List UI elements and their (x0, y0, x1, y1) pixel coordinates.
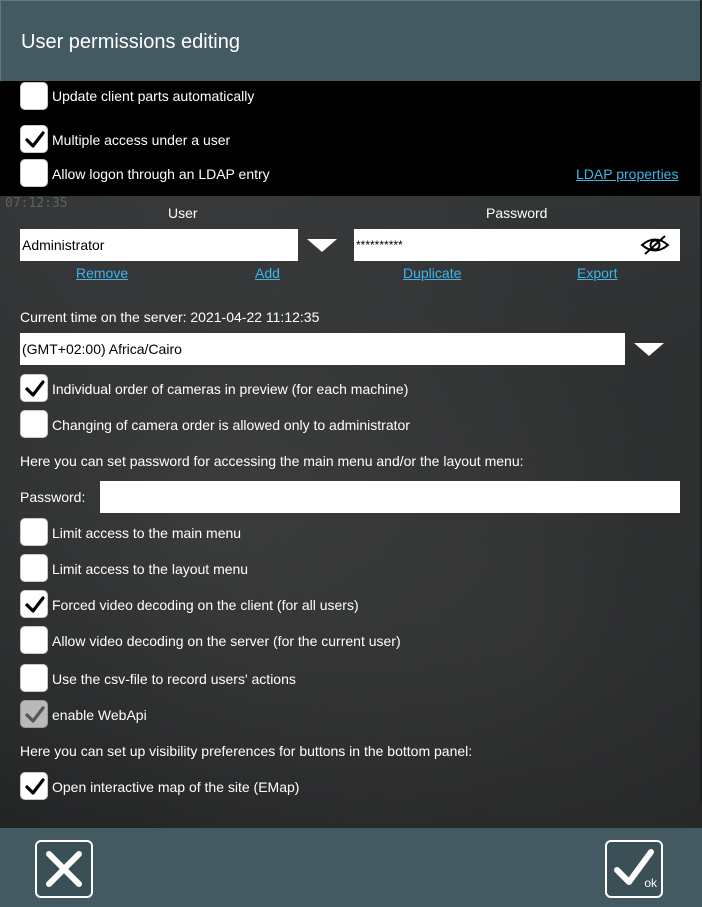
duplicate-user-link[interactable]: Duplicate (403, 265, 461, 281)
export-user-link[interactable]: Export (577, 265, 617, 281)
csv-record-checkbox[interactable] (20, 664, 48, 692)
checkmark-icon (25, 380, 45, 397)
add-user-link[interactable]: Add (255, 265, 280, 281)
update-client-label: Update client parts automatically (52, 88, 255, 104)
close-icon (46, 851, 82, 887)
timezone-dropdown-arrow-icon[interactable] (634, 343, 664, 356)
camera-order-admin-checkbox[interactable] (20, 410, 48, 438)
server-decoding-label: Allow video decoding on the server (for … (52, 633, 401, 649)
individual-camera-order-checkbox[interactable] (20, 374, 48, 402)
limit-layout-menu-checkbox[interactable] (20, 554, 48, 582)
user-column-label: User (168, 205, 198, 221)
multiple-access-label: Multiple access under a user (52, 132, 231, 148)
ldap-logon-label: Allow logon through an LDAP entry (52, 166, 270, 182)
ok-label: ok (644, 876, 657, 890)
cancel-button[interactable] (35, 840, 93, 898)
user-select[interactable]: Administrator (20, 229, 298, 261)
individual-camera-order-label: Individual order of cameras in preview (… (52, 381, 409, 397)
visibility-hint: Here you can set up visibility preferenc… (20, 743, 473, 759)
checkmark-icon (25, 706, 45, 723)
user-dropdown-arrow-icon[interactable] (307, 239, 337, 252)
ok-button[interactable]: ok (605, 840, 663, 898)
password-column-label: Password (486, 205, 548, 221)
remove-user-link[interactable]: Remove (76, 265, 128, 281)
menu-password-hint: Here you can set password for accessing … (20, 453, 524, 469)
forced-client-decoding-label: Forced video decoding on the client (for… (52, 597, 359, 613)
emap-visibility-label: Open interactive map of the site (EMap) (52, 779, 300, 795)
emap-visibility-checkbox[interactable] (20, 772, 48, 800)
csv-record-label: Use the csv-file to record users' action… (52, 671, 296, 687)
dialog-header: User permissions editing (0, 0, 702, 82)
checkmark-icon (25, 131, 45, 148)
server-decoding-checkbox[interactable] (20, 626, 48, 654)
menu-password-label: Password: (20, 489, 86, 505)
update-client-checkbox[interactable] (20, 82, 48, 110)
checkmark-icon (25, 596, 45, 613)
forced-client-decoding-checkbox[interactable] (20, 590, 48, 618)
limit-layout-menu-label: Limit access to the layout menu (52, 561, 249, 577)
dialog-footer: ok (0, 828, 702, 907)
enable-webapi-checkbox[interactable] (20, 700, 48, 728)
multiple-access-checkbox[interactable] (20, 125, 48, 153)
eye-slash-icon[interactable] (640, 234, 670, 256)
limit-main-menu-label: Limit access to the main menu (52, 525, 242, 541)
timezone-select[interactable]: (GMT+02:00) Africa/Cairo (20, 333, 625, 365)
checkmark-icon (25, 778, 45, 795)
overlay-timestamp: 07:12:35 (5, 196, 68, 211)
limit-main-menu-checkbox[interactable] (20, 518, 48, 546)
ldap-properties-link[interactable]: LDAP properties (576, 166, 678, 182)
camera-order-admin-label: Changing of camera order is allowed only… (52, 417, 410, 433)
dialog-title: User permissions editing (21, 31, 240, 53)
password-input[interactable]: ********** (354, 229, 680, 261)
server-time-text: Current time on the server: 2021-04-22 1… (20, 309, 320, 325)
ldap-logon-checkbox[interactable] (20, 159, 48, 187)
password-value: ********** (356, 238, 403, 252)
menu-password-input[interactable] (100, 481, 680, 513)
enable-webapi-label: enable WebApi (52, 707, 147, 723)
